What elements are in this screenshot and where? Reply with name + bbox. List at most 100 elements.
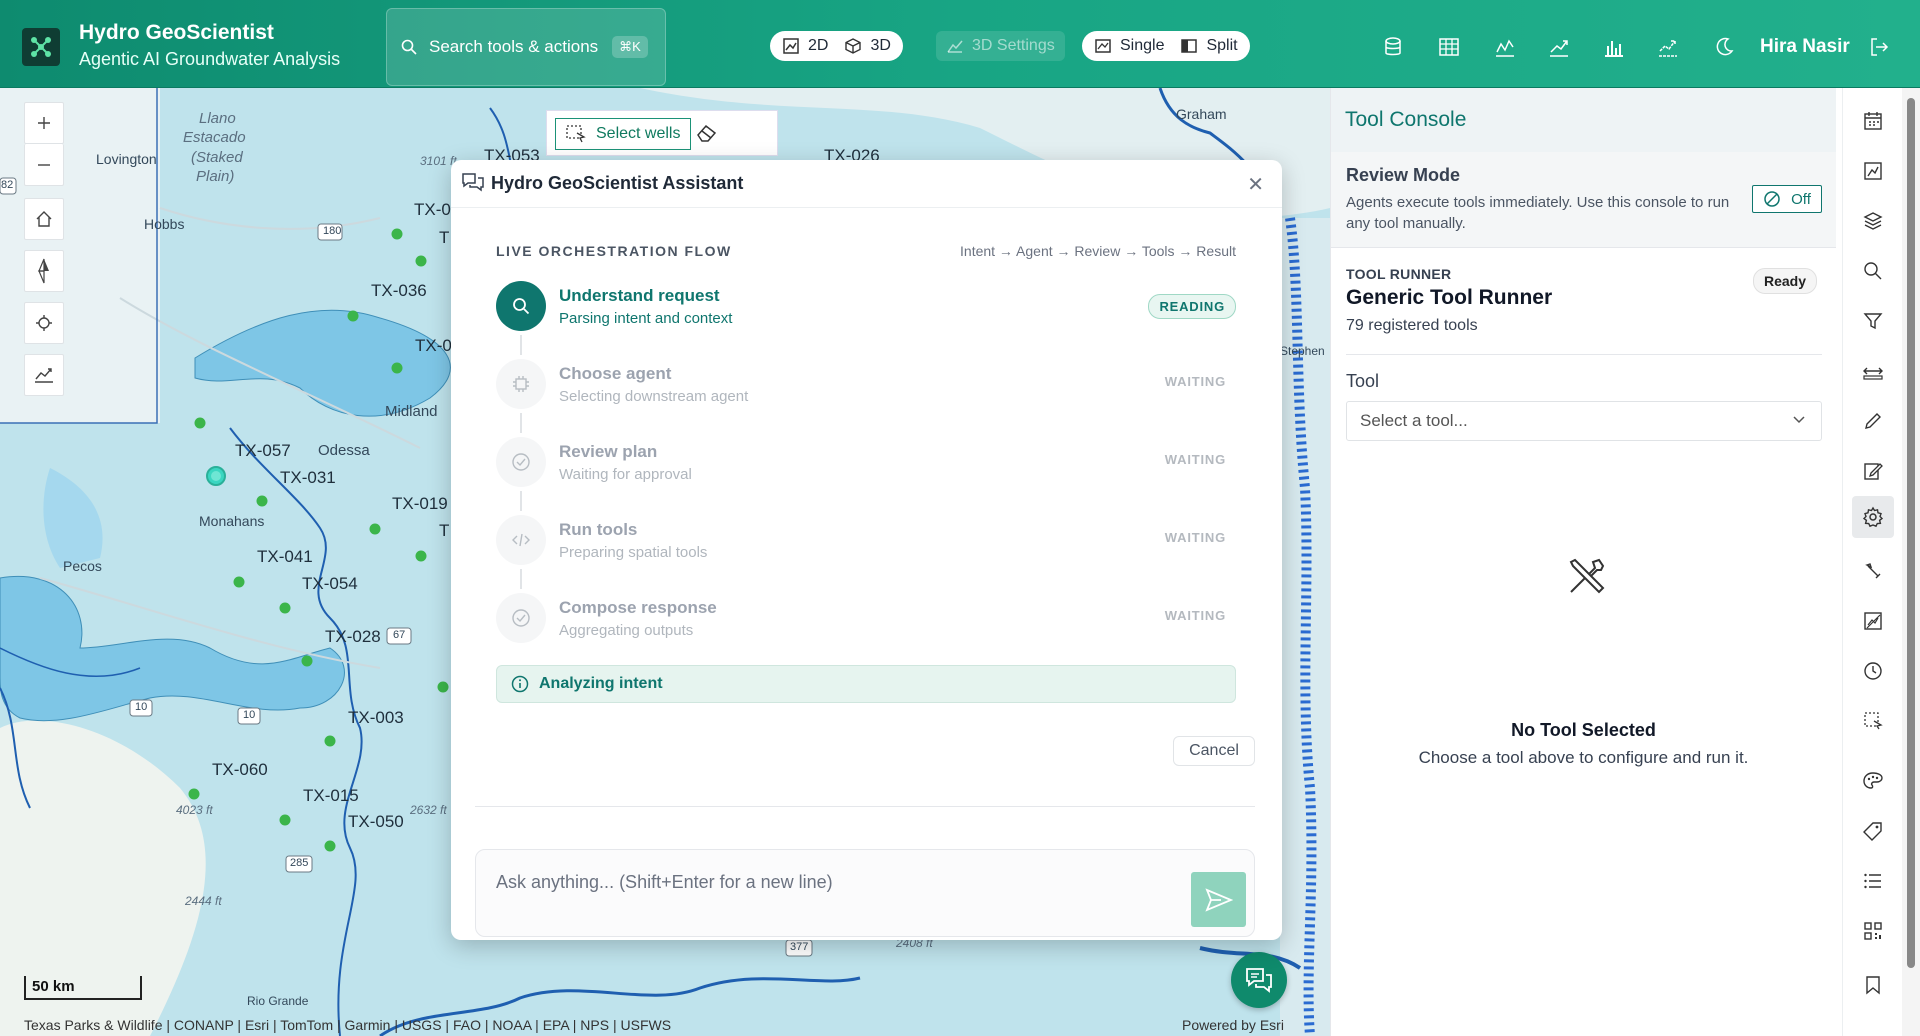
well-label-tx003[interactable]: TX-003 bbox=[348, 708, 404, 728]
single-view-icon bbox=[1095, 39, 1111, 53]
calendar-grid-icon[interactable] bbox=[1860, 108, 1886, 134]
map-attribution[interactable]: Texas Parks & Wildlife | CONANP | Esri |… bbox=[24, 1017, 671, 1033]
cpu-icon bbox=[513, 376, 529, 392]
well-label-t-partial-a[interactable]: T bbox=[439, 228, 449, 248]
send-button[interactable] bbox=[1191, 872, 1246, 927]
compass-button[interactable] bbox=[24, 250, 64, 292]
step-subtitle: Preparing spatial tools bbox=[559, 544, 708, 561]
bookmark-icon[interactable] bbox=[1860, 972, 1886, 998]
well-label-tx057[interactable]: TX-057 bbox=[235, 441, 291, 461]
step-title: Choose agent bbox=[559, 364, 672, 383]
search-shortcut: ⌘K bbox=[612, 36, 648, 58]
map-place-llano: Llano bbox=[199, 110, 236, 127]
top-bar: Hydro GeoScientist Agentic AI Groundwate… bbox=[0, 0, 1920, 88]
send-icon bbox=[1204, 887, 1233, 912]
tool-select[interactable]: Select a tool... bbox=[1346, 401, 1822, 441]
well-label-tx031[interactable]: TX-031 bbox=[280, 468, 336, 488]
well-label-tx015[interactable]: TX-015 bbox=[303, 786, 359, 806]
review-mode-toggle[interactable]: Off bbox=[1752, 185, 1822, 213]
logout-icon[interactable] bbox=[1868, 36, 1890, 58]
view-3d-button[interactable]: 3D bbox=[844, 37, 891, 55]
forecast-icon[interactable] bbox=[1657, 36, 1679, 58]
flow-step-understand: Understand request Parsing intent and co… bbox=[496, 281, 1236, 341]
status-text: Analyzing intent bbox=[539, 675, 663, 692]
close-icon[interactable]: ✕ bbox=[1247, 172, 1264, 197]
well-label-tx019[interactable]: TX-019 bbox=[392, 494, 448, 514]
chat-bubbles-icon bbox=[1246, 968, 1272, 993]
scrollbar-thumb[interactable] bbox=[1907, 98, 1915, 968]
trend-icon[interactable] bbox=[1548, 36, 1570, 58]
list-icon[interactable] bbox=[1860, 868, 1886, 894]
pencil-icon[interactable] bbox=[1860, 408, 1886, 434]
search-tools-button[interactable]: Search tools & actions ⌘K bbox=[386, 8, 666, 86]
step-status-badge: READING bbox=[1148, 294, 1236, 319]
tag-icon[interactable] bbox=[1860, 818, 1886, 844]
cube-icon bbox=[845, 38, 862, 54]
layout-single-button[interactable]: Single bbox=[1094, 37, 1164, 55]
powered-by-esri[interactable]: Powered by Esri bbox=[1182, 1017, 1284, 1033]
locate-button[interactable] bbox=[24, 302, 64, 344]
step-status-badge: WAITING bbox=[1164, 608, 1226, 623]
moon-icon[interactable] bbox=[1713, 36, 1735, 58]
table-icon[interactable] bbox=[1438, 36, 1460, 58]
zoom-out-button[interactable] bbox=[24, 144, 64, 186]
map-place-monahans: Monahans bbox=[199, 513, 265, 529]
filter-icon[interactable] bbox=[1860, 308, 1886, 334]
zoom-in-button[interactable] bbox=[24, 102, 64, 144]
database-icon[interactable] bbox=[1382, 36, 1404, 58]
layout-split-button[interactable]: Split bbox=[1180, 37, 1238, 55]
highway-shield-285: 285 bbox=[290, 857, 309, 869]
chat-input[interactable]: Ask anything... (Shift+Enter for a new l… bbox=[475, 849, 1255, 937]
flow-step-run-tools: Run tools Preparing spatial tools WAITIN… bbox=[496, 515, 1236, 575]
app-title: Hydro GeoScientist bbox=[79, 21, 274, 44]
well-label-tx054[interactable]: TX-054 bbox=[302, 574, 358, 594]
layers-icon[interactable] bbox=[1860, 208, 1886, 234]
console-divider bbox=[1346, 354, 1822, 355]
view-2d-button[interactable]: 2D bbox=[782, 37, 828, 55]
chart-panel-icon[interactable] bbox=[1860, 158, 1886, 184]
clock-icon[interactable] bbox=[1860, 658, 1886, 684]
bar-chart-icon[interactable] bbox=[1603, 36, 1625, 58]
assistant-icon bbox=[462, 173, 484, 192]
well-label-tx050[interactable]: TX-050 bbox=[348, 812, 404, 832]
brush-icon[interactable] bbox=[1860, 558, 1886, 584]
step-icon-container bbox=[496, 515, 546, 565]
elevation-icon bbox=[35, 368, 53, 383]
measure-icon[interactable] bbox=[1860, 358, 1886, 384]
cancel-button[interactable]: Cancel bbox=[1173, 736, 1255, 766]
well-label-tx-partial-b[interactable]: TX-0 bbox=[415, 336, 452, 356]
logo-icon bbox=[31, 37, 51, 57]
scale-bar: 50 km bbox=[24, 976, 142, 1000]
analytics-icon[interactable] bbox=[1860, 608, 1886, 634]
palette-icon[interactable] bbox=[1860, 768, 1886, 794]
layout-split-label: Split bbox=[1206, 37, 1238, 54]
search-icon bbox=[513, 298, 530, 315]
step-title: Compose response bbox=[559, 598, 717, 617]
eraser-icon[interactable] bbox=[695, 122, 719, 144]
well-label-tx041[interactable]: TX-041 bbox=[257, 547, 313, 567]
select-wells-button[interactable]: Select wells bbox=[555, 118, 692, 150]
elevation-profile-button[interactable] bbox=[24, 354, 64, 396]
well-label-tx036[interactable]: TX-036 bbox=[371, 281, 427, 301]
flow-step-choose-agent: Choose agent Selecting downstream agent … bbox=[496, 359, 1236, 419]
edit-note-icon[interactable] bbox=[1860, 458, 1886, 484]
well-label-tx028[interactable]: TX-028 bbox=[325, 627, 381, 647]
3d-settings-button[interactable]: 3D Settings bbox=[936, 31, 1065, 61]
wrench-screwdriver-icon bbox=[1569, 558, 1605, 594]
user-name[interactable]: Hira Nasir bbox=[1760, 36, 1850, 58]
home-button[interactable] bbox=[24, 198, 64, 240]
map-place-odessa: Odessa bbox=[318, 442, 370, 459]
qr-code-icon[interactable] bbox=[1860, 918, 1886, 944]
assistant-chat-button[interactable] bbox=[1231, 952, 1287, 1008]
select-region-icon[interactable] bbox=[1860, 708, 1886, 734]
crosshair-icon bbox=[36, 315, 52, 331]
tool-runner-label: TOOL RUNNER bbox=[1346, 266, 1452, 282]
well-label-tx-partial-a[interactable]: TX-0 bbox=[414, 200, 451, 220]
well-label-t-partial-b[interactable]: T bbox=[439, 521, 449, 541]
selection-toolbar: Select wells bbox=[546, 110, 778, 156]
line-chart-icon[interactable] bbox=[1494, 36, 1516, 58]
search-icon[interactable] bbox=[1860, 258, 1886, 284]
well-label-tx060[interactable]: TX-060 bbox=[212, 760, 268, 780]
settings-gear-icon[interactable] bbox=[1852, 496, 1894, 538]
page-scrollbar[interactable] bbox=[1902, 88, 1920, 1036]
